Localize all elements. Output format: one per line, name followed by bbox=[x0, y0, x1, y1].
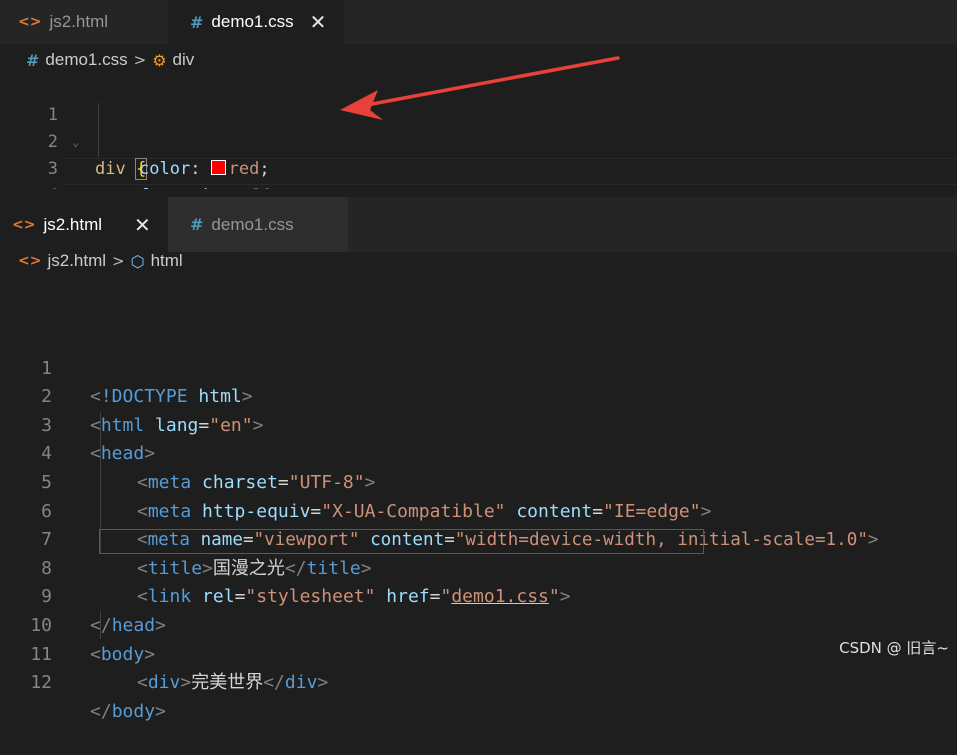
watermark: CSDN @ 旧言~ bbox=[839, 639, 949, 657]
annotation-arrow bbox=[340, 56, 620, 120]
line-number: 12 bbox=[30, 672, 52, 694]
